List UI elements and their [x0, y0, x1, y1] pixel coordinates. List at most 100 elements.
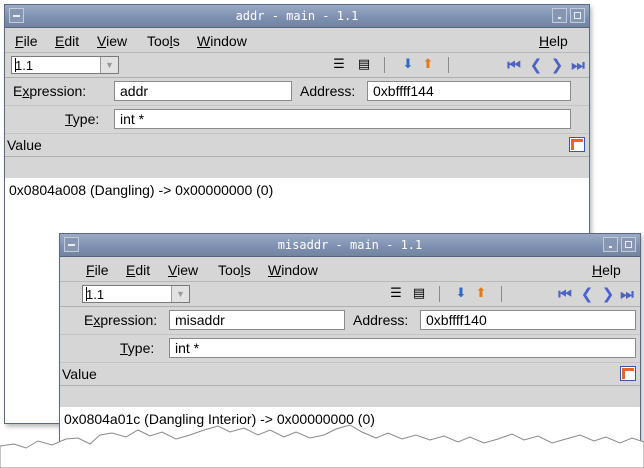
menu-tools[interactable]: Tools	[218, 262, 251, 278]
menu-view-label: iew	[106, 33, 128, 49]
minimize-icon[interactable]	[552, 8, 567, 23]
menu-file[interactable]: File	[15, 33, 38, 49]
menu-file-label: ile	[23, 33, 38, 49]
toolbar: 1.1 ▼ ☰ ▤ ⬇ ⬆ ⏮ ❮ ❯ ⏭	[5, 53, 589, 78]
menu-file[interactable]: File	[86, 262, 109, 278]
toolbar-separator	[501, 286, 502, 302]
menu-edit-mnemonic: E	[55, 33, 65, 49]
menu-window-mnemonic: W	[197, 33, 211, 49]
dropdown-arrow-icon[interactable]: ▼	[100, 57, 118, 73]
menu-view[interactable]: View	[168, 262, 198, 278]
type-label-mnemonic: T	[65, 111, 73, 127]
torn-edge-path	[0, 424, 644, 468]
type-row: Type: int *	[5, 106, 589, 134]
expression-field[interactable]: addr	[114, 81, 292, 101]
menu-window-label: indow	[210, 33, 247, 49]
menu-file-mnemonic: F	[15, 33, 24, 49]
list-view-icon[interactable]: ☰	[330, 56, 348, 74]
menu-edit[interactable]: Edit	[126, 262, 150, 278]
dive-in-icon[interactable]: ⬇	[399, 56, 417, 74]
menu-bar: File Edit View Tools Window Help	[60, 257, 640, 282]
expression-row: Expression: addr Address: 0xbffff144	[5, 78, 589, 106]
menu-tools-label-rest: s	[172, 33, 180, 49]
next-icon[interactable]: ❯	[548, 56, 566, 74]
expression-field[interactable]: misaddr	[169, 310, 345, 330]
columns-icon[interactable]	[569, 137, 585, 152]
toolbar: 1.1 ▼ ☰ ▤ ⬇ ⬆ ⏮ ❮ ❯ ⏭	[60, 282, 640, 307]
menu-window[interactable]: Window	[197, 33, 247, 49]
menu-edit-label: dit	[135, 262, 151, 278]
maximize-icon[interactable]	[621, 237, 636, 252]
type-field[interactable]: int *	[114, 109, 571, 129]
menu-bar: File Edit View Tools Window Help	[5, 28, 589, 53]
type-label-rest: ype:	[127, 340, 155, 356]
menu-help[interactable]: Help	[592, 262, 621, 278]
dropdown-arrow-icon[interactable]: ▼	[171, 286, 189, 302]
menu-view-mnemonic: V	[168, 262, 178, 278]
menu-tools-label-pre: Too	[218, 262, 241, 278]
menu-edit-label: dit	[64, 33, 80, 49]
first-icon[interactable]: ⏮	[556, 285, 574, 303]
menu-window-label: indow	[281, 262, 318, 278]
previous-icon[interactable]: ❮	[527, 56, 545, 74]
address-field[interactable]: 0xbffff144	[367, 81, 571, 101]
last-icon[interactable]: ⏭	[618, 285, 636, 303]
type-label-mnemonic: T	[120, 340, 128, 356]
address-field[interactable]: 0xbffff140	[420, 310, 636, 330]
dive-out-icon[interactable]: ⬆	[419, 56, 437, 74]
menu-file-mnemonic: F	[86, 262, 95, 278]
window-title: addr - main - 1.1	[235, 9, 359, 23]
last-icon[interactable]: ⏭	[569, 56, 587, 74]
menu-help[interactable]: Help	[539, 33, 568, 49]
expression-label: Expression:	[84, 312, 157, 328]
menu-edit-mnemonic: E	[126, 262, 136, 278]
type-row: Type: int *	[60, 335, 640, 363]
value-column-header: Value	[5, 134, 589, 157]
address-label: Address:	[353, 312, 409, 328]
thread-combo-value: 1.1	[86, 287, 105, 302]
value-column-header: Value	[60, 363, 640, 386]
maximize-icon[interactable]	[570, 8, 585, 23]
columns-icon[interactable]	[620, 366, 636, 381]
first-icon[interactable]: ⏮	[505, 56, 523, 74]
menu-tools-label-pre: Too	[147, 33, 170, 49]
menu-file-label: ile	[94, 262, 109, 278]
menu-help-label: elp	[602, 262, 621, 278]
menu-help-mnemonic: H	[592, 262, 603, 278]
menu-view[interactable]: View	[97, 33, 127, 49]
previous-icon[interactable]: ❮	[578, 285, 596, 303]
menu-edit[interactable]: Edit	[55, 33, 79, 49]
thread-combo-value: 1.1	[15, 58, 34, 73]
expression-row: Expression: misaddr Address: 0xbffff140	[60, 307, 640, 335]
expression-label-pre: E	[13, 83, 23, 99]
expression-label: Expression:	[13, 83, 86, 99]
toolbar-separator	[448, 57, 449, 73]
type-field[interactable]: int *	[169, 338, 636, 358]
thread-combo[interactable]: 1.1 ▼	[82, 285, 190, 303]
detail-view-icon[interactable]: ▤	[410, 285, 428, 303]
minimize-icon[interactable]	[603, 237, 618, 252]
menu-help-mnemonic: H	[539, 33, 550, 49]
expression-label-rest: pression:	[29, 83, 87, 99]
next-icon[interactable]: ❯	[599, 285, 617, 303]
type-label: Type:	[65, 111, 99, 127]
dive-out-icon[interactable]: ⬆	[472, 285, 490, 303]
detail-view-icon[interactable]: ▤	[355, 56, 373, 74]
address-label: Address:	[300, 83, 356, 99]
menu-window[interactable]: Window	[268, 262, 318, 278]
expression-label-pre: E	[84, 312, 94, 328]
menu-view-label: iew	[177, 262, 199, 278]
menu-help-label: elp	[549, 33, 568, 49]
dive-in-icon[interactable]: ⬇	[452, 285, 470, 303]
menu-tools[interactable]: Tools	[147, 33, 180, 49]
list-view-icon[interactable]: ☰	[387, 285, 405, 303]
title-bar[interactable]: addr - main - 1.1	[5, 5, 589, 28]
value-text[interactable]: 0x0804a008 (Dangling) -> 0x00000000 (0)	[9, 182, 273, 198]
expression-label-rest: pression:	[100, 312, 158, 328]
menu-tools-label-rest: s	[243, 262, 251, 278]
title-bar[interactable]: misaddr - main - 1.1	[60, 234, 640, 257]
value-header-label: Value	[7, 137, 42, 153]
toolbar-separator	[439, 286, 440, 302]
thread-combo[interactable]: 1.1 ▼	[11, 56, 119, 74]
toolbar-separator	[384, 57, 385, 73]
